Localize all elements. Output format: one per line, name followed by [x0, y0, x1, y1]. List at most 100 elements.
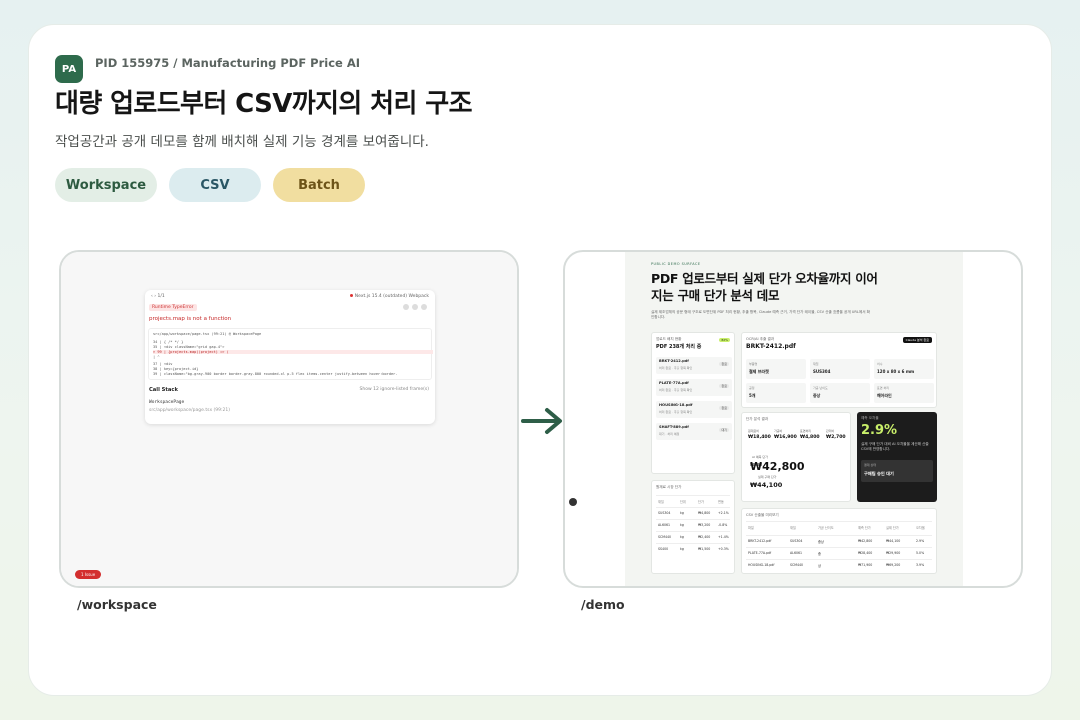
code-line: 34 | { /* */ } [153, 340, 184, 344]
col: 단위 [680, 500, 686, 504]
field-label: 표면 처리 [877, 386, 889, 390]
chip-batch[interactable]: Batch [273, 168, 365, 202]
price-item-label: 관리비 [826, 429, 835, 433]
arrow-right-icon [521, 408, 562, 434]
csv-panel: CSV 산출물 미리보기 파일 재질 가공 난이도 예측 단가 실제 단가 오차율 BRK… [741, 508, 937, 574]
ocr-field: 표면 처리해어라인 [874, 383, 934, 403]
field-value: 철제 브라켓 [749, 369, 769, 374]
cell: +1.4% [718, 535, 729, 539]
csv-label: CSV 산출물 미리보기 [746, 513, 779, 517]
error-rate-panel: 예측 오차율 2.9% 실제 구매 단가 대비 AI 오차율을 계산해 산출 C… [857, 412, 937, 502]
error-rate-label: 예측 오차율 [861, 416, 879, 420]
cell: kg [680, 523, 684, 527]
field-value: 해어라인 [877, 393, 892, 398]
code-file-path[interactable]: src/app/workspace/page.tsx (99:21) @ Wor… [153, 332, 261, 336]
stack-frame-path[interactable]: src/app/workspace/page.tsx (99:21) [149, 408, 230, 413]
file-name: HOUSING-18.pdf [659, 403, 693, 407]
chip-csv[interactable]: CSV [169, 168, 261, 202]
main-card: PA PID 155975 / Manufacturing PDF Price … [28, 24, 1052, 696]
field-label: 가공 난이도 [813, 386, 828, 390]
ocr-field: 부품명철제 브라켓 [746, 359, 806, 379]
cell: SUS304 [790, 539, 803, 543]
dev-tools-icon[interactable] [569, 498, 577, 506]
material-panel: 원재료 시장 단가 재질 단위 단가 변동 SUS304 kg ₩4,800 +2.1% A… [651, 480, 735, 574]
cell: PLATE-77A.pdf [748, 551, 772, 555]
cell: ₩44,100 [886, 539, 901, 543]
file-name: SHAFT-889.pdf [659, 425, 689, 429]
show-frames-toggle[interactable]: Show 12 ignore-listed frame(s) [360, 387, 429, 392]
code-line: 35 | <div className="grid gap-4"> [153, 345, 225, 349]
field-label: 공정 [749, 386, 755, 390]
ocr-label: OCR/AI 추출 결과 [746, 337, 775, 341]
col: 가공 난이도 [818, 526, 834, 530]
file-status: 처리 완료 · 추출 항목 확인 [659, 410, 693, 414]
cell: 2.9% [916, 539, 925, 543]
claude-button[interactable]: Claude 분석 완료 [902, 337, 932, 343]
field-value: 중상 [813, 393, 821, 398]
error-rate-desc: 실제 구매 단가 대비 AI 오차율을 계산해 산출 CSV에 반영합니다. [861, 442, 929, 451]
issue-badge[interactable]: 1 Issue [75, 570, 102, 579]
ocr-panel: OCR/AI 추출 결과 BRKT-2412.pdf Claude 분석 완료 … [741, 332, 937, 408]
table-row: PLATE-77A.pdf AL6061 중 ₩28,400 ₩29,900 5.0% [746, 547, 932, 557]
docs-icon[interactable] [412, 304, 418, 310]
cell: SCM440 [790, 563, 804, 567]
approval-status: 구매팀 승인 대기 [864, 471, 894, 476]
file-item[interactable]: SHAFT-889.pdf 대기 · 처리 예정 대기 [656, 423, 732, 440]
code-line: 39 | className="bg-gray-900 border borde… [153, 372, 398, 376]
table-row: SS400 kg ₩1,500 +0.3% [656, 543, 730, 553]
page-title: 대량 업로드부터 CSV까지의 처리 구조 [55, 89, 473, 119]
table-header: 재질 단위 단가 변동 [656, 495, 730, 505]
col: 단가 [698, 500, 704, 504]
table-header: 파일 재질 가공 난이도 예측 단가 실제 단가 오차율 [746, 521, 932, 531]
col: 변동 [718, 500, 724, 504]
code-line: | ^ [153, 355, 160, 359]
cell: 5.0% [916, 551, 925, 555]
file-status: 처리 완료 · 추출 항목 확인 [659, 388, 693, 392]
actual-price-label: 실제 구매 단가 [758, 475, 777, 479]
cell: BRKT-2412.pdf [748, 539, 772, 543]
price-item-label: 가공비 [774, 429, 783, 433]
col: 파일 [748, 526, 754, 530]
project-id: PID 155975 / Manufacturing PDF Price AI [95, 56, 361, 70]
file-item[interactable]: HOUSING-18.pdf 처리 완료 · 추출 항목 확인 완료 [656, 401, 732, 418]
col: 예측 단가 [858, 526, 871, 530]
chip-workspace[interactable]: Workspace [55, 168, 157, 202]
ocr-title: BRKT-2412.pdf [746, 343, 796, 350]
demo-screenshot: PUBLIC DEMO SURFACE PDF 업로드부터 실제 단가 오차율까… [563, 250, 1023, 588]
cell: SUS304 [658, 511, 671, 515]
price-item: ₩4,800 [800, 435, 820, 440]
ai-price-label: AI 예측 단가 [752, 455, 768, 459]
code-line: 38 | key={project.id} [153, 367, 199, 371]
field-label: 부품명 [749, 362, 758, 366]
cell: ₩28,400 [858, 551, 873, 555]
field-value: 120 x 80 x 6 mm [877, 369, 915, 374]
error-pager[interactable]: ‹ › 1/1 [151, 294, 165, 299]
ocr-field: 치수 120 x 80 x 6 mm [874, 359, 934, 379]
cell: kg [680, 511, 684, 515]
code-frame: src/app/workspace/page.tsx (99:21) @ Wor… [148, 328, 433, 380]
file-item[interactable]: BRKT-2412.pdf 처리 완료 · 추출 항목 확인 완료 [656, 357, 732, 374]
field-label: 치수 [877, 362, 883, 366]
page-subtitle: 작업공간과 공개 데모를 함께 배치해 실제 기능 경계를 보여줍니다. [55, 134, 429, 150]
approval-label: 결재 상태 [864, 463, 876, 467]
code-line-error: > 99 | {projects.map((project) => ( [153, 350, 433, 354]
price-item: ₩18,400 [748, 435, 771, 440]
settings-icon[interactable] [421, 304, 427, 310]
file-badge: 완료 [719, 362, 729, 366]
col: 재질 [658, 500, 664, 504]
demo-headline: PDF 업로드부터 실제 단가 오차율까지 이어지는 구매 단가 분석 데모 [651, 271, 878, 303]
workspace-screenshot: ‹ › 1/1 Next.js 15.4 (outdated) Webpack … [59, 250, 519, 588]
file-badge: 대기 [719, 428, 729, 432]
file-status: 대기 · 처리 예정 [659, 432, 680, 436]
file-item[interactable]: PLATE-77A.pdf 처리 완료 · 추출 항목 확인 완료 [656, 379, 732, 396]
copy-icon[interactable] [403, 304, 409, 310]
code-line: 37 | <div [153, 362, 173, 366]
actual-price: ₩44,100 [750, 481, 783, 489]
demo-eyebrow: PUBLIC DEMO SURFACE [651, 262, 701, 266]
file-name: BRKT-2412.pdf [659, 359, 689, 363]
cell: ₩4,800 [698, 511, 711, 515]
next-version-label: Next.js 15.4 (outdated) Webpack [354, 294, 429, 299]
table-row: HOUSING-18.pdf SCM440 상 ₩71,900 ₩69,200 3.9% [746, 559, 932, 569]
caption-demo: /demo [581, 597, 625, 612]
col: 실제 단가 [886, 526, 899, 530]
